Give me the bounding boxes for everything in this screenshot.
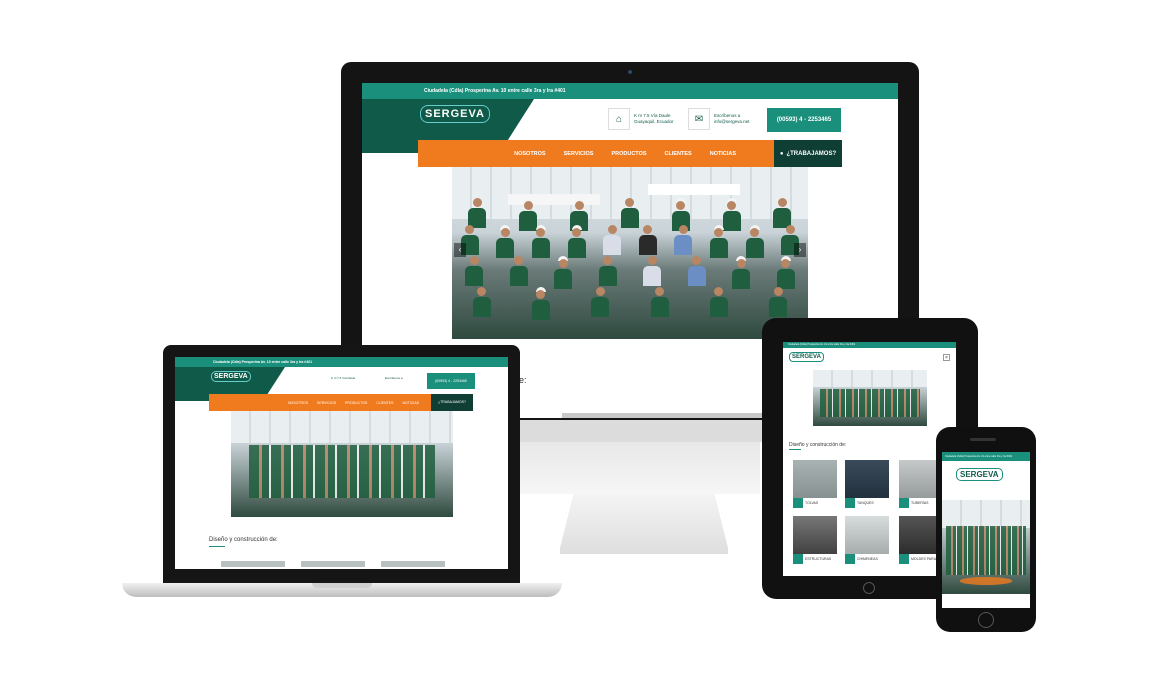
webcam [628,70,632,74]
globe-icon: ● [779,150,784,157]
nav-noticias[interactable]: NOTICIAS [710,151,736,157]
mail-icon: ✉ [688,108,710,130]
phone-button[interactable]: (00593) 4 - 2253465 [767,108,841,132]
tile-tolvas[interactable]: TOLVAS [793,460,837,508]
laptop-logo[interactable]: SERGEVA [211,371,251,382]
tablet-title-underline [789,449,801,450]
site-logo[interactable]: SERGEVA [420,105,490,123]
tablet-section-title: Diseño y construcción de: [789,442,847,448]
cta-button[interactable]: ● ¿TRABAJAMOS? [774,140,842,167]
main-nav: NOSOTROS SERVICIOS PRODUCTOS CLIENTES NO… [418,140,842,167]
laptop-notch [312,583,372,588]
phone-home-button [978,612,994,628]
hero-slider-image: ‹ › [452,167,808,339]
nav-productos[interactable]: PRODUCTOS [611,151,646,157]
monitor-neck [520,442,760,494]
tablet-home-button [863,582,875,594]
device-mockup-stage: Ciudadela (Cdla) Prosperina Av. 10 entre… [0,0,1158,695]
phone-speaker [970,438,996,441]
phone-hero-image [942,500,1030,594]
laptop-section-title: Diseño y construcción de: [209,537,278,543]
phone-logo[interactable]: SERGEVA [956,468,1003,481]
laptop-email: Escríbenos a [385,376,403,380]
product-strip [562,413,762,418]
laptop-phone-button[interactable]: (00593) 4 - 2253465 [427,373,475,389]
laptop-nav-clientes[interactable]: CLIENTES [376,401,393,405]
tablet-address-bar: Ciudadela (Cdla) Prosperina Av. 10 entre… [783,342,956,348]
laptop-cta[interactable]: ¿TRABAJAMOS? [431,394,473,411]
laptop-nav: NOSOTROS SERVICIOS PRODUCTOS CLIENTES NO… [209,394,439,411]
laptop-title-underline [209,546,225,547]
laptop-location: K m 7.5 Vía Daule [331,376,356,380]
laptop-nav-nosotros[interactable]: NOSOTROS [288,401,308,405]
tablet-hero-image [813,370,927,426]
laptop-nav-productos[interactable]: PRODUCTOS [345,401,367,405]
laptop-nav-noticias[interactable]: NOTICIAS [402,401,419,405]
nav-servicios[interactable]: SERVICIOS [564,151,594,157]
laptop-hero-image [231,411,453,517]
nav-clientes[interactable]: CLIENTES [665,151,692,157]
phone-screen: Ciudadela (Cdla) Prosperina Av. 10 entre… [942,452,1030,608]
contact-location: ⌂ K m 7.5 Vía Daule Guayaquil, Ecuador [608,108,678,130]
laptop-product-strip [221,561,461,567]
nav-nosotros[interactable]: NOSOTROS [514,151,545,157]
cta-label: ¿TRABAJAMOS? [786,150,837,157]
tile-estructuras[interactable]: ESTRUCTURAS DE ACERO [793,516,837,564]
location-line-2: Guayaquil, Ecuador [634,119,674,124]
arrow-right-icon[interactable]: › [794,243,806,257]
tablet-screen: Ciudadela (Cdla) Prosperina Av. 10 entre… [783,342,956,576]
monitor-stand [560,494,728,554]
home-icon: ⌂ [608,108,630,130]
address-bar: Ciudadela (Cdla) Prosperina Av. 10 entre… [362,83,898,99]
tile-chimeneas[interactable]: CHIMENEAS [845,516,889,564]
close-icon[interactable]: × [943,354,950,361]
tablet-logo[interactable]: SERGEVA [789,352,824,362]
contact-email: ✉ Escríbenos a info@sergeva.net [688,108,758,130]
tile-tanques[interactable]: TANQUES [845,460,889,508]
laptop-screen: Ciudadela (Cdla) Prosperina Av. 10 entre… [175,357,508,569]
laptop-nav-servicios[interactable]: SERVICIOS [317,401,336,405]
phone-address-bar: Ciudadela (Cdla) Prosperina Av. 10 entre… [942,452,1030,461]
arrow-left-icon[interactable]: ‹ [454,243,466,257]
email-line-2[interactable]: info@sergeva.net [714,119,758,125]
laptop-address-bar: Ciudadela (Cdla) Prosperina Av. 10 entre… [175,357,508,367]
